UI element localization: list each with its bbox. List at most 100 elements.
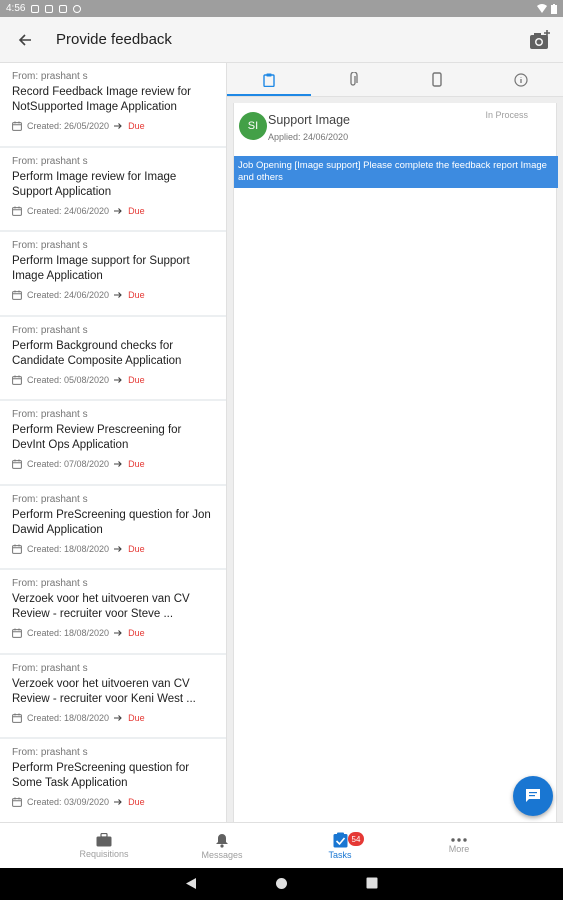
app-bar: Provide feedback	[0, 17, 563, 63]
task-from: From: prashant s	[12, 71, 88, 82]
task-from: From: prashant s	[12, 493, 88, 505]
task-list-item[interactable]: From: prashant s Perform Background check…	[0, 316, 226, 399]
task-title: Perform PreScreening question for Jon Da…	[12, 508, 211, 536]
task-due-label: Due	[128, 628, 145, 638]
task-list-item[interactable]: From: prashant s Perform PreScreening que…	[0, 485, 226, 568]
task-from: From: prashant s	[12, 240, 88, 251]
status-bar: 4:56	[0, 0, 563, 17]
arrow-right-icon	[114, 714, 122, 721]
task-created-date: Created: 07/08/2020	[27, 459, 110, 469]
system-home-icon[interactable]	[275, 877, 288, 890]
task-title: Perform Image support for Support Image …	[12, 255, 190, 282]
task-created-date: Created: 24/06/2020	[27, 205, 110, 216]
arrow-right-icon	[114, 545, 122, 552]
notification-icon	[59, 4, 68, 13]
task-created-date: Created: 03/09/2020	[27, 797, 110, 807]
avatar: SI	[239, 112, 267, 140]
applicant-name: Support Image	[268, 113, 350, 127]
task-title: Perform Review Prescreening for DevInt O…	[12, 424, 182, 451]
task-meta: Created: 24/06/2020 Due	[12, 290, 216, 300]
task-meta: Created: 03/09/2020 Due	[12, 797, 216, 807]
battery-icon	[551, 3, 557, 14]
detail-tabs	[227, 63, 563, 97]
task-detail-panel: SI Support Image Applied: 24/06/2020 In …	[227, 63, 563, 822]
attachment-icon	[350, 72, 358, 86]
arrow-right-icon	[114, 799, 122, 805]
status-time: 4:56	[6, 3, 26, 14]
task-meta: Created: 26/05/2020 Due	[12, 121, 216, 131]
bottom-navigation: Requisitions Messages Tasks 54 More	[0, 822, 563, 868]
arrow-right-icon	[114, 292, 122, 298]
feedback-fab[interactable]	[513, 776, 553, 816]
more-horizontal-icon	[451, 838, 467, 842]
task-title: Perform Image review for Image Support A…	[12, 170, 177, 198]
nav-tasks[interactable]: Tasks 54	[295, 823, 385, 869]
applied-date: Applied: 24/06/2020	[268, 132, 349, 142]
nav-label-messages: Messages	[201, 849, 243, 860]
task-list-item[interactable]: From: prashant s Perform Review Prescreen…	[0, 401, 226, 484]
bell-icon	[216, 833, 228, 848]
nav-label-tasks: Tasks	[328, 850, 352, 860]
status-label: In Process	[485, 110, 528, 120]
tab-attachments[interactable]	[311, 63, 395, 96]
applicant-card: SI Support Image Applied: 24/06/2020 In …	[233, 103, 558, 822]
task-list: From: prashant s Record Feedback Image re…	[0, 63, 227, 822]
arrow-right-icon	[114, 123, 122, 129]
task-list-item[interactable]: From: prashant s Perform Image review for…	[0, 147, 226, 230]
task-due-label: Due	[128, 712, 145, 723]
task-created-date: Created: 05/08/2020	[27, 374, 110, 385]
notification-icon	[45, 4, 54, 13]
task-title: Verzoek voor het uitvoeren van CV Review…	[12, 677, 196, 705]
task-created-date: Created: 24/06/2020	[27, 290, 110, 300]
task-meta: Created: 24/06/2020 Due	[12, 206, 216, 216]
task-list-item[interactable]: From: prashant s Perform PreScreening que…	[0, 739, 226, 822]
task-from: From: prashant s	[12, 324, 88, 336]
wifi-icon	[537, 4, 547, 13]
job-opening-banner[interactable]: Job Opening [Image support] Please compl…	[234, 156, 558, 188]
task-title: Record Feedback Image review for NotSupp…	[12, 86, 191, 113]
task-list-item[interactable]: From: prashant s Record Feedback Image re…	[0, 63, 226, 146]
calendar-icon	[12, 121, 22, 131]
task-from: From: prashant s	[12, 662, 88, 674]
task-created-date: Created: 18/08/2020	[27, 628, 110, 638]
calendar-icon	[12, 544, 22, 554]
phone-icon	[432, 72, 442, 87]
calendar-icon	[12, 459, 22, 469]
add-photo-button[interactable]	[527, 27, 553, 53]
add-camera-icon	[530, 30, 550, 49]
nav-label-requisitions: Requisitions	[79, 849, 129, 859]
nav-requisitions[interactable]: Requisitions	[59, 823, 149, 869]
arrow-right-icon	[114, 461, 122, 467]
task-due-label: Due	[128, 797, 145, 807]
tab-info[interactable]	[479, 63, 563, 96]
task-list-item[interactable]: From: prashant s Verzoek voor het uitvoer…	[0, 570, 226, 653]
arrow-right-icon	[114, 376, 122, 383]
task-due-label: Due	[128, 121, 145, 131]
task-due-label: Due	[128, 374, 145, 385]
task-created-date: Created: 18/08/2020	[27, 712, 110, 723]
system-navigation-bar	[0, 868, 563, 900]
task-meta: Created: 18/08/2020 Due	[12, 628, 216, 638]
nav-label-more: More	[448, 844, 470, 854]
applicant-header[interactable]: SI Support Image Applied: 24/06/2020 In …	[234, 103, 556, 155]
nav-messages[interactable]: Messages	[177, 823, 267, 869]
task-from: From: prashant s	[12, 409, 88, 420]
system-back-icon[interactable]	[185, 877, 197, 890]
system-recents-icon[interactable]	[366, 877, 378, 889]
task-due-label: Due	[128, 543, 145, 554]
task-list-item[interactable]: From: prashant s Perform Image support fo…	[0, 232, 226, 315]
task-from: From: prashant s	[12, 578, 88, 589]
notification-icon	[31, 4, 40, 13]
back-button[interactable]	[0, 17, 50, 63]
tab-clipboard[interactable]	[227, 63, 311, 96]
arrow-back-icon	[18, 33, 31, 46]
info-icon	[514, 72, 528, 87]
arrow-right-icon	[114, 207, 122, 214]
tab-device[interactable]	[395, 63, 479, 96]
task-list-item[interactable]: From: prashant s Verzoek voor het uitvoer…	[0, 654, 226, 737]
task-created-date: Created: 18/08/2020	[27, 543, 110, 554]
task-due-label: Due	[128, 459, 145, 469]
nav-more[interactable]: More	[414, 823, 504, 869]
calendar-icon	[12, 375, 22, 385]
task-meta: Created: 18/08/2020 Due	[12, 544, 216, 554]
